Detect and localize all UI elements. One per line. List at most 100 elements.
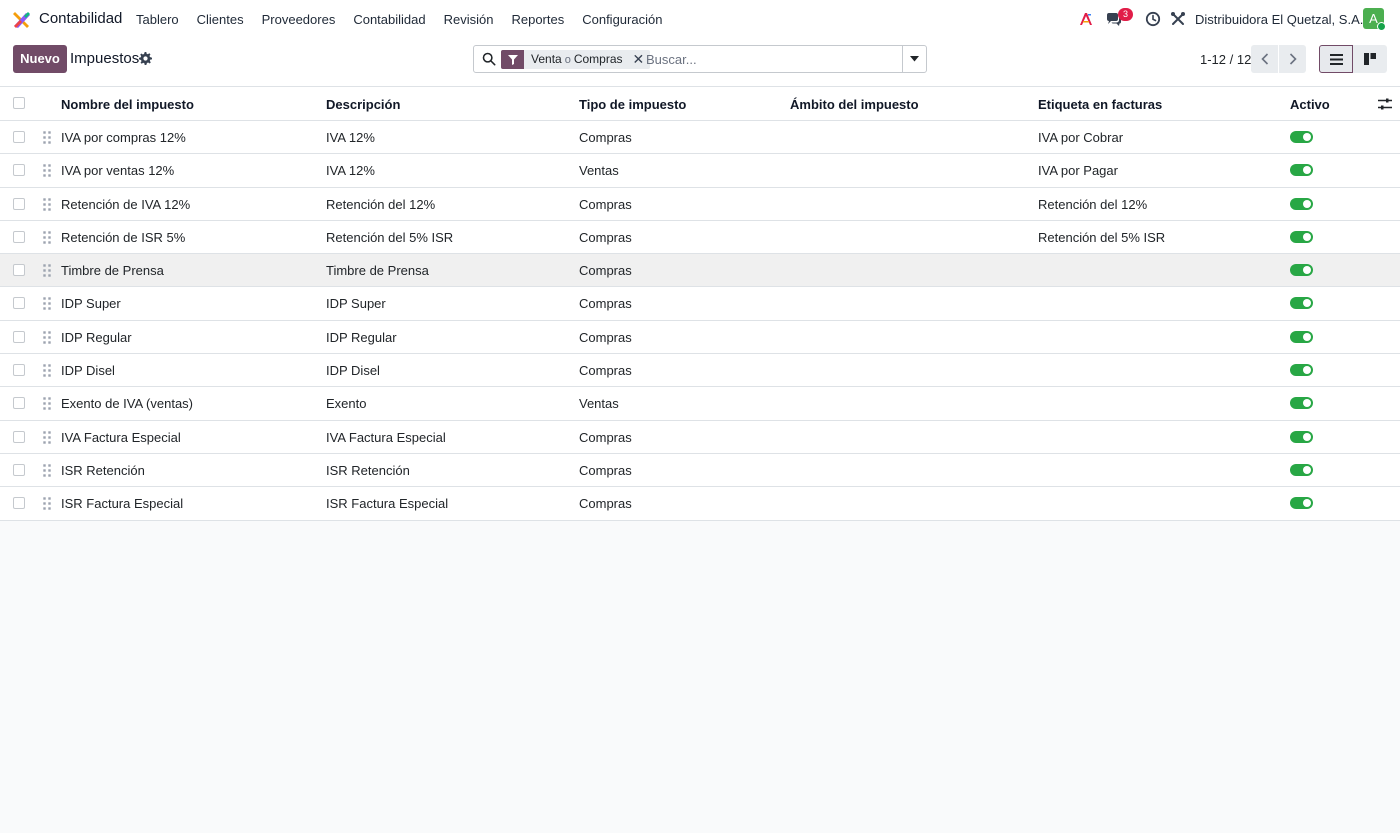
column-header-tax-scope[interactable]: Ámbito del impuesto [790,97,919,112]
drag-handle-icon[interactable] [43,464,51,477]
active-toggle[interactable] [1290,430,1313,443]
menu-item-contabilidad[interactable]: Contabilidad [344,12,434,27]
drag-handle-icon[interactable] [43,264,51,277]
cell-tax-type: Compras [579,229,632,245]
row-checkbox[interactable] [13,364,25,377]
search-icon[interactable] [482,52,496,66]
drag-handle-icon[interactable] [43,364,51,377]
drag-handle-icon[interactable] [43,197,51,211]
new-button[interactable]: Nuevo [13,45,67,73]
drag-handle-icon[interactable] [43,131,51,144]
drag-handle-icon[interactable] [43,497,51,510]
table-row[interactable]: IVA Factura Especial IVA Factura Especial… [0,420,1400,454]
gear-icon[interactable] [139,52,152,65]
chevron-right-icon[interactable] [1279,45,1306,73]
row-checkbox[interactable] [13,330,25,343]
facet-value-venta: Venta [531,52,562,66]
active-toggle[interactable] [1290,497,1313,510]
active-toggle[interactable] [1290,264,1313,277]
search-input[interactable] [646,50,896,69]
search-bar: Venta o Compras ✕ [473,45,927,73]
drag-handle-icon[interactable] [43,297,51,311]
drag-handle-icon[interactable] [43,164,51,177]
cell-description: Retención del 12% [326,196,436,212]
table-row[interactable]: IDP Disel IDP Disel Compras [0,354,1400,388]
company-switcher[interactable]: Distribuidora El Quetzal, S.A. [1195,12,1363,27]
ai-icon[interactable] [1078,11,1094,27]
row-checkbox[interactable] [13,164,25,177]
row-checkbox[interactable] [13,264,25,277]
table-row[interactable]: IVA por compras 12% IVA 12% Compras IVA por… [0,121,1400,155]
facet-value-compras: Compras [573,52,623,66]
table-row[interactable]: Exento de IVA (ventas) Exento Ventas [0,387,1400,421]
app-name[interactable]: Contabilidad [39,10,122,27]
cell-invoice-label: IVA por Pagar [1038,163,1118,179]
table-row[interactable]: IVA por ventas 12% IVA 12% Ventas IVA por P… [0,154,1400,188]
cell-name: IDP Super [61,296,121,312]
menu-item-revisión[interactable]: Revisión [435,12,503,27]
row-checkbox[interactable] [13,397,25,410]
column-header-invoice-label[interactable]: Etiqueta en facturas [1038,97,1162,112]
row-checkbox[interactable] [13,497,25,510]
active-toggle[interactable] [1290,463,1313,476]
chevron-left-icon[interactable] [1251,45,1278,73]
row-checkbox[interactable] [13,131,25,143]
row-checkbox[interactable] [13,297,25,310]
column-header-tax-type[interactable]: Tipo de impuesto [579,97,686,112]
clock-icon[interactable] [1145,11,1161,27]
column-settings-icon[interactable] [1378,97,1392,111]
cell-description: IVA 12% [326,163,375,179]
cell-name: Retención de IVA 12% [61,196,191,212]
active-toggle[interactable] [1290,197,1313,210]
cell-description: IVA 12% [326,130,375,145]
table-row[interactable]: IDP Super IDP Super Compras [0,287,1400,321]
drag-handle-icon[interactable] [43,397,51,411]
table-row[interactable]: ISR Retención ISR Retención Compras [0,453,1400,488]
active-toggle[interactable] [1290,330,1313,343]
menu-item-proveedores[interactable]: Proveedores [253,12,345,27]
column-header-active[interactable]: Activo [1290,97,1330,112]
table-row[interactable]: Retención de IVA 12% Retención del 12% Com… [0,187,1400,221]
pager-value[interactable]: 1-12 / 12 [1200,52,1251,67]
kanban-view-icon[interactable] [1353,45,1387,73]
active-toggle[interactable] [1290,397,1313,410]
app-logo-icon[interactable] [12,10,32,30]
cell-name: ISR Factura Especial [61,496,184,512]
table-row[interactable]: ISR Factura Especial ISR Factura Especial… [0,487,1400,521]
active-toggle[interactable] [1290,297,1313,310]
table-row[interactable]: Retención de ISR 5% Retención del 5% ISR C… [0,220,1400,255]
online-status-dot [1377,22,1386,31]
menu-item-tablero[interactable]: Tablero [127,12,188,27]
cell-description: Exento [326,396,367,412]
row-checkbox[interactable] [13,197,25,210]
active-toggle[interactable] [1290,364,1313,377]
page-title: Impuestos [70,50,140,67]
list-view-icon[interactable] [1319,45,1353,73]
table-row[interactable]: Timbre de Prensa Timbre de Prensa Compras [0,254,1400,288]
row-checkbox[interactable] [13,230,25,243]
main-menu: Tablero Clientes Proveedores Contabilidad Re… [127,0,671,38]
tools-icon[interactable] [1170,11,1186,27]
drag-handle-icon[interactable] [43,231,51,244]
active-toggle[interactable] [1290,131,1313,143]
column-header-name[interactable]: Nombre del impuesto [61,97,194,112]
cell-tax-type: Compras [579,496,632,512]
menu-item-clientes[interactable]: Clientes [188,12,253,27]
cell-tax-type: Compras [579,196,632,212]
drag-handle-icon[interactable] [43,430,51,444]
column-header-description[interactable]: Descripción [326,97,400,112]
caret-down-icon[interactable] [902,46,926,72]
menu-item-configuración[interactable]: Configuración [573,12,671,27]
active-toggle[interactable] [1290,230,1313,243]
table-row[interactable]: IDP Regular IDP Regular Compras [0,320,1400,355]
select-all-checkbox[interactable] [13,97,25,109]
row-checkbox[interactable] [13,430,25,443]
control-panel: Nuevo Impuestos VentaoCompras ✕ 1-12 / 1… [0,38,1400,86]
facet-values: Venta o Compras [524,50,629,69]
drag-handle-icon[interactable] [43,331,51,344]
row-checkbox[interactable] [13,463,25,476]
menu-item-reportes[interactable]: Reportes [502,12,573,27]
cell-invoice-label: Retención del 5% ISR [1038,229,1166,245]
active-toggle[interactable] [1290,164,1313,177]
cell-name: ISR Retención [61,462,145,478]
